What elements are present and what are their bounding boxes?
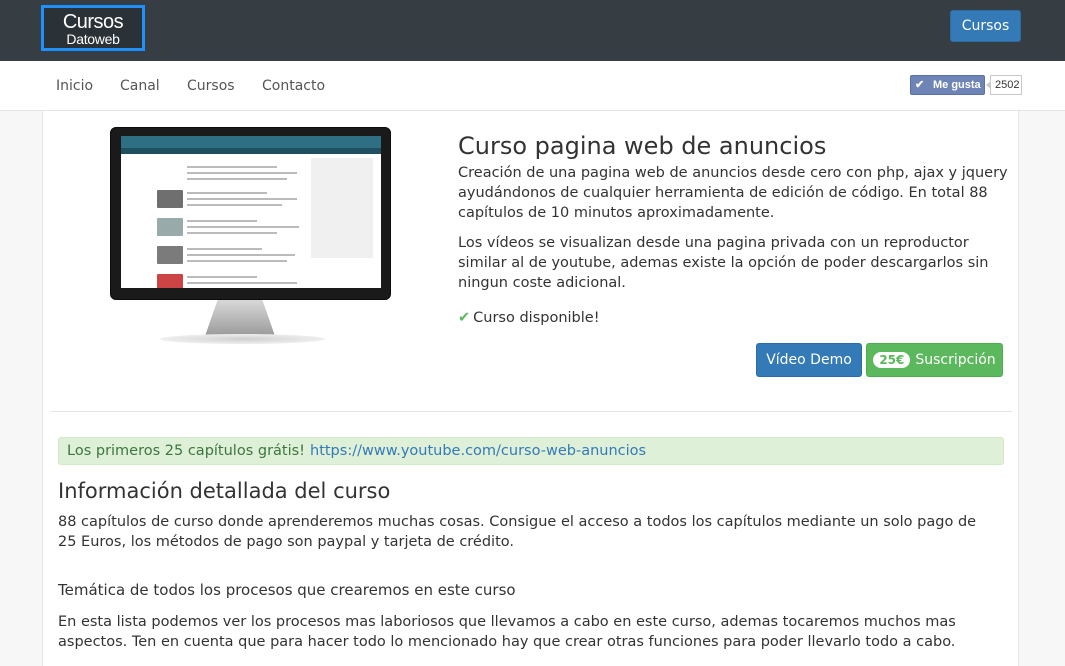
monitor-screen (121, 136, 381, 288)
divider (51, 411, 1012, 412)
nav-item-cursos[interactable]: Cursos (187, 78, 235, 94)
course-video-info: Los vídeos se visualizan desde una pagin… (458, 235, 989, 291)
check-icon: ✔ (458, 310, 471, 326)
course-description: Creación de una pagina web de anuncios d… (458, 165, 1008, 221)
like-label: Me gusta (933, 79, 981, 91)
logo-line-1: Cursos (62, 11, 124, 33)
logo-line-2: Datoweb (66, 31, 120, 47)
nav-item-inicio[interactable]: Inicio (56, 78, 93, 94)
details-paragraph: 88 capítulos de curso donde aprenderemos… (58, 514, 977, 550)
video-demo-button[interactable]: Vídeo Demo (756, 343, 862, 377)
nav-item-contacto[interactable]: Contacto (262, 78, 325, 94)
monitor-base (160, 334, 325, 344)
like-count: 2502 (986, 75, 1022, 95)
topics-paragraph: En esta lista podemos ver los procesos m… (58, 614, 956, 650)
cursos-button[interactable]: Cursos (950, 10, 1021, 42)
availability-status: ✔ Curso disponible! (458, 310, 600, 326)
subscribe-label: Suscripción (915, 352, 996, 368)
site-logo[interactable]: Cursos Datoweb (41, 5, 145, 51)
top-bar: Cursos Datoweb Cursos (0, 0, 1065, 61)
main-nav: Inicio Canal Cursos Contacto (0, 61, 1065, 111)
nav-item-canal[interactable]: Canal (120, 78, 160, 94)
details-heading: Información detallada del curso (58, 479, 391, 503)
price-badge: 25€ (873, 352, 911, 368)
facebook-like-button[interactable]: ✔ Me gusta (910, 75, 985, 95)
topics-heading: Temática de todos los procesos que crear… (58, 581, 516, 599)
course-preview-image (110, 127, 391, 300)
availability-text: Curso disponible! (473, 310, 600, 326)
thumbs-up-icon: ✔ (915, 79, 925, 91)
alert-text: Los primeros 25 capítulos grátis! (67, 443, 305, 459)
course-title: Curso pagina web de anuncios (458, 132, 827, 160)
free-chapters-alert: Los primeros 25 capítulos grátis! https:… (58, 437, 1004, 465)
subscribe-button[interactable]: 25€ Suscripción (866, 343, 1003, 377)
youtube-link[interactable]: https://www.youtube.com/curso-web-anunci… (310, 443, 646, 459)
